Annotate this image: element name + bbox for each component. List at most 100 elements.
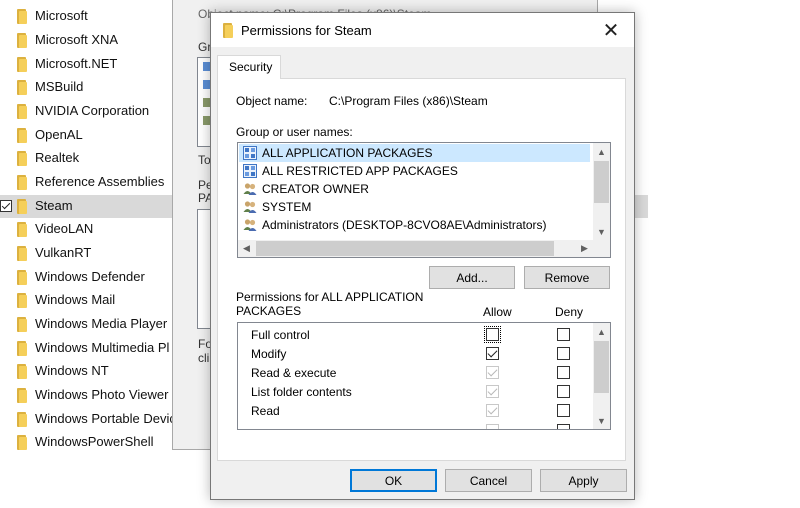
deny-checkbox[interactable]	[557, 404, 570, 417]
folder-icon	[17, 317, 27, 332]
scroll-thumb[interactable]	[594, 341, 609, 393]
object-name-label: Object name:	[236, 94, 308, 108]
object-name-value: C:\Program Files (x86)\Steam	[329, 94, 488, 108]
app-packages-icon	[243, 146, 257, 160]
tab-security[interactable]: Security	[217, 55, 281, 79]
group-user-list[interactable]: ALL APPLICATION PACKAGES ALL RESTRICTED …	[237, 142, 611, 258]
folder-icon	[17, 104, 27, 119]
group-list-hscrollbar[interactable]: ◀ ▶	[238, 240, 593, 257]
permission-row-partial	[239, 420, 592, 429]
permission-row-read: Read	[239, 401, 592, 420]
folder-name: Windows Multimedia Pl	[35, 340, 170, 355]
permission-name: Read & execute	[251, 366, 337, 380]
ok-button[interactable]: OK	[350, 469, 437, 492]
folder-name: VideoLAN	[35, 221, 94, 236]
folder-icon	[17, 175, 27, 190]
scroll-thumb[interactable]	[256, 241, 554, 256]
list-item[interactable]: Administrators (DESKTOP-8CVO8AE\Administ…	[239, 216, 590, 234]
apply-button[interactable]: Apply	[540, 469, 627, 492]
folder-name: MSBuild	[35, 79, 84, 94]
scroll-down-icon[interactable]: ▼	[593, 412, 610, 429]
title-bar[interactable]: Permissions for Steam ✕	[211, 13, 634, 47]
deny-checkbox[interactable]	[557, 385, 570, 398]
folder-icon	[17, 57, 27, 72]
scroll-up-icon[interactable]: ▲	[593, 143, 610, 160]
folder-name: Reference Assemblies	[35, 174, 165, 189]
permissions-for-label-2: PACKAGES	[236, 304, 302, 318]
permission-row-read-execute: Read & execute	[239, 363, 592, 382]
group-name: ALL RESTRICTED APP PACKAGES	[262, 164, 458, 178]
folder-icon	[17, 293, 27, 308]
permission-row-full-control: Full control	[239, 325, 592, 344]
folder-icon	[17, 364, 27, 379]
allow-checkbox[interactable]	[486, 347, 499, 360]
allow-column-header: Allow	[483, 305, 512, 319]
folder-icon	[17, 341, 27, 356]
props-permissions-list	[197, 209, 211, 329]
permissions-list[interactable]: Full control Modify Read & execute List …	[237, 322, 611, 430]
list-item[interactable]: ALL RESTRICTED APP PACKAGES	[239, 162, 590, 180]
dialog-title: Permissions for Steam	[241, 23, 372, 38]
folder-name: OpenAL	[35, 127, 83, 142]
row-checkbox[interactable]	[0, 200, 12, 212]
group-name: Administrators (DESKTOP-8CVO8AE\Administ…	[262, 218, 547, 232]
scroll-left-icon[interactable]: ◀	[238, 240, 255, 257]
permission-name: Modify	[251, 347, 287, 361]
deny-checkbox[interactable]	[557, 347, 570, 360]
list-item[interactable]: SYSTEM	[239, 198, 590, 216]
allow-checkbox[interactable]	[484, 326, 501, 343]
folder-name: NVIDIA Corporation	[35, 103, 150, 118]
deny-checkbox[interactable]	[557, 424, 570, 429]
scroll-right-icon[interactable]: ▶	[576, 240, 593, 257]
security-tab-panel: Object name: C:\Program Files (x86)\Stea…	[217, 78, 626, 461]
list-item[interactable]: CREATOR OWNER	[239, 180, 590, 198]
folder-icon	[17, 388, 27, 403]
add-button[interactable]: Add...	[429, 266, 515, 289]
close-icon: ✕	[602, 19, 620, 42]
permission-row-list-folder-contents: List folder contents	[239, 382, 592, 401]
folder-name: Windows Mail	[35, 292, 116, 307]
folder-name: Windows Portable Devic	[35, 411, 176, 426]
permissions-vscrollbar[interactable]: ▲ ▼	[593, 323, 610, 429]
permission-name: Full control	[251, 328, 310, 342]
permissions-for-label: Permissions for ALL APPLICATION	[236, 290, 424, 304]
folder-icon	[17, 222, 27, 237]
allow-checkbox	[486, 404, 499, 417]
props-to-label: To	[198, 153, 211, 167]
permission-row-modify: Modify	[239, 344, 592, 363]
allow-checkbox	[486, 385, 499, 398]
deny-checkbox[interactable]	[557, 328, 570, 341]
folder-name: Microsoft XNA	[35, 32, 119, 47]
folder-name: Windows Media Player	[35, 316, 168, 331]
permission-name: Read	[251, 404, 280, 418]
folder-icon	[17, 435, 27, 450]
folder-icon	[17, 151, 27, 166]
folder-icon	[17, 80, 27, 95]
folder-icon	[17, 412, 27, 427]
users-icon	[243, 200, 257, 214]
list-item[interactable]: ALL APPLICATION PACKAGES	[239, 144, 590, 162]
group-list-vscrollbar[interactable]: ▲ ▼	[593, 143, 610, 240]
allow-checkbox	[486, 424, 499, 429]
folder-name: Microsoft.NET	[35, 56, 118, 71]
props-footer-text-2: cli	[198, 351, 210, 365]
users-icon	[243, 182, 257, 196]
group-names-label: Group or user names:	[236, 125, 353, 139]
folder-icon	[17, 199, 27, 214]
folder-name: Steam	[35, 198, 73, 213]
folder-icon	[17, 270, 27, 285]
scroll-thumb[interactable]	[594, 161, 609, 203]
close-button[interactable]: ✕	[588, 13, 634, 47]
folder-icon	[223, 23, 233, 38]
allow-checkbox	[486, 366, 499, 379]
scroll-corner	[593, 240, 610, 257]
app-packages-icon	[243, 164, 257, 178]
scroll-down-icon[interactable]: ▼	[593, 223, 610, 240]
group-name: ALL APPLICATION PACKAGES	[262, 146, 433, 160]
deny-checkbox[interactable]	[557, 366, 570, 379]
folder-icon	[17, 33, 27, 48]
scroll-up-icon[interactable]: ▲	[593, 323, 610, 340]
cancel-button[interactable]: Cancel	[445, 469, 532, 492]
folder-icon	[17, 128, 27, 143]
remove-button[interactable]: Remove	[524, 266, 610, 289]
